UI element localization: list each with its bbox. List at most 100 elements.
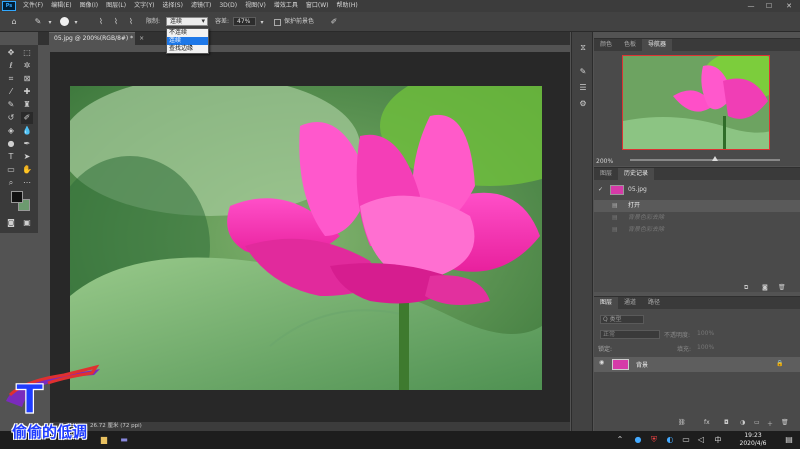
crop-tool-icon[interactable]: ⌗: [5, 73, 17, 85]
chevron-down-icon[interactable]: ▾: [70, 17, 82, 29]
blend-mode-select[interactable]: 正常: [600, 330, 660, 339]
menu-window[interactable]: 窗口(W): [302, 0, 333, 12]
fx-icon[interactable]: fx: [704, 419, 710, 426]
limits-select[interactable]: 连续: [166, 17, 208, 26]
paint-bucket-tool-icon[interactable]: ◈: [5, 125, 17, 137]
path-selection-tool-icon[interactable]: ➤: [21, 151, 33, 163]
zoom-tool-icon[interactable]: ⌕: [5, 177, 17, 189]
navigator-thumbnail[interactable]: [622, 55, 770, 150]
tab-swatches[interactable]: 色板: [618, 39, 642, 51]
healing-brush-tool-icon[interactable]: ✚: [21, 86, 33, 98]
hand-tool-icon[interactable]: ✋: [21, 164, 33, 176]
properties-icon[interactable]: ⚙: [577, 98, 589, 110]
layer-filter-input[interactable]: Q 类型: [600, 315, 644, 324]
tolerance-input[interactable]: 47%: [233, 17, 256, 26]
tab-color[interactable]: 颜色: [594, 39, 618, 51]
history-panel-icon[interactable]: ⧖: [577, 42, 589, 54]
menu-file[interactable]: 文件(F): [19, 0, 47, 12]
magic-wand-tool-icon[interactable]: ✲: [21, 60, 33, 72]
network-icon[interactable]: ▭: [680, 434, 692, 446]
menu-type[interactable]: 文字(Y): [130, 0, 158, 12]
screen-mode-icon[interactable]: ▣: [21, 217, 33, 229]
dropdown-option-discontiguous[interactable]: 不连续: [167, 29, 208, 37]
quick-mask-icon[interactable]: ◙: [5, 217, 17, 229]
document-tab[interactable]: 05.jpg @ 200%(RGB/8#) * ×: [49, 32, 144, 45]
navigator-zoom-slider[interactable]: [630, 159, 780, 161]
brush-preset-icon[interactable]: [60, 17, 69, 26]
snapshot-icon[interactable]: ⧉: [744, 284, 748, 292]
notifications-icon[interactable]: ▤: [783, 434, 795, 446]
history-snapshot[interactable]: ✓ 05.jpg: [594, 184, 800, 196]
tray-chevron-icon[interactable]: ⌃: [614, 434, 626, 446]
menu-image[interactable]: 图像(I): [76, 0, 102, 12]
brush-settings-icon[interactable]: ✎: [577, 66, 589, 78]
pen-tool-icon[interactable]: ✒: [21, 138, 33, 150]
layer-row-background[interactable]: ◉ 背景 🔒: [594, 357, 800, 372]
history-item[interactable]: ▤ 打开: [594, 200, 800, 212]
background-eraser-tool-icon[interactable]: ✐: [21, 112, 33, 124]
chevron-down-icon[interactable]: ▾: [256, 17, 268, 29]
clone-stamp-tool-icon[interactable]: ♜: [21, 99, 33, 111]
group-icon[interactable]: ▭: [754, 419, 760, 426]
tray-app-icon[interactable]: ◐: [664, 434, 676, 446]
menu-3d[interactable]: 3D(D): [215, 0, 241, 12]
menu-filter[interactable]: 滤镜(T): [187, 0, 215, 12]
fill-value[interactable]: 100%: [697, 344, 714, 351]
chevron-down-icon[interactable]: ▾: [44, 17, 56, 29]
delete-layer-icon[interactable]: 🗑: [781, 419, 789, 426]
trash-icon[interactable]: 🗑: [778, 284, 786, 291]
mask-icon[interactable]: ◘: [724, 419, 729, 426]
move-tool-icon[interactable]: ✥: [5, 47, 17, 59]
menu-view[interactable]: 视图(V): [241, 0, 270, 12]
tab-layers-mini[interactable]: 图层: [594, 168, 618, 180]
dropdown-option-contiguous[interactable]: 连续: [167, 37, 208, 45]
history-item[interactable]: ▤ 背景色彩去除: [594, 212, 800, 224]
tab-layers[interactable]: 图层: [594, 297, 619, 309]
protect-fg-checkbox[interactable]: [274, 19, 281, 26]
menu-edit[interactable]: 编辑(E): [47, 0, 75, 12]
lasso-tool-icon[interactable]: ℓ: [5, 60, 17, 72]
dropdown-option-find-edges[interactable]: 查找边缘: [167, 45, 208, 53]
adjustments-icon[interactable]: ☰: [577, 82, 589, 94]
sampling-swatch-icon[interactable]: ⌇: [125, 16, 137, 28]
menu-help[interactable]: 帮助(H): [333, 0, 362, 12]
background-eraser-icon[interactable]: ✎: [32, 16, 44, 28]
type-tool-icon[interactable]: T: [5, 151, 17, 163]
history-item[interactable]: ▤ 背景色彩去除: [594, 224, 800, 236]
new-layer-icon[interactable]: ＋: [767, 419, 773, 428]
link-layers-icon[interactable]: ⛓: [678, 419, 686, 426]
document-tab-close[interactable]: ×: [139, 35, 144, 42]
eye-icon[interactable]: ◉: [599, 359, 604, 366]
eyedropper-tool-icon[interactable]: ⁄: [5, 86, 17, 98]
foreground-color-swatch[interactable]: [11, 191, 23, 203]
menu-plugins[interactable]: 增效工具: [270, 0, 302, 12]
frame-tool-icon[interactable]: ⊠: [21, 73, 33, 85]
brush-tool-icon[interactable]: ✎: [5, 99, 17, 111]
home-icon[interactable]: ⌂: [8, 16, 20, 28]
more-tools-icon[interactable]: ⋯: [21, 177, 33, 189]
adjustment-layer-icon[interactable]: ◑: [740, 419, 745, 426]
blur-tool-icon[interactable]: 💧: [21, 125, 33, 137]
tray-shield-icon[interactable]: ⛨: [648, 434, 660, 446]
pressure-size-icon[interactable]: ✐: [328, 16, 340, 28]
menu-layer[interactable]: 图层(L): [102, 0, 130, 12]
rectangle-tool-icon[interactable]: ▭: [5, 164, 17, 176]
volume-icon[interactable]: ◁: [695, 434, 707, 446]
sampling-continuous-icon[interactable]: ⌇: [95, 16, 107, 28]
close-button[interactable]: ✕: [780, 0, 798, 12]
history-brush-tool-icon[interactable]: ↺: [5, 112, 17, 124]
menu-select[interactable]: 选择(S): [158, 0, 187, 12]
sampling-once-icon[interactable]: ⌇: [110, 16, 122, 28]
tab-history[interactable]: 历史记录: [618, 168, 655, 180]
tray-cloud-icon[interactable]: ●: [632, 434, 644, 446]
taskbar-clock[interactable]: 19:23 2020/4/6: [733, 432, 773, 448]
dodge-tool-icon[interactable]: ●: [5, 138, 17, 150]
tab-paths[interactable]: 路径: [642, 297, 666, 309]
zoom-slider-handle[interactable]: [712, 156, 718, 161]
maximize-button[interactable]: ☐: [760, 0, 778, 12]
tab-navigator[interactable]: 导航器: [642, 39, 673, 51]
folder-icon[interactable]: ▬: [118, 434, 130, 446]
camera-icon[interactable]: ◙: [762, 284, 768, 291]
tab-channels[interactable]: 通道: [618, 297, 642, 309]
minimize-button[interactable]: —: [742, 0, 760, 12]
